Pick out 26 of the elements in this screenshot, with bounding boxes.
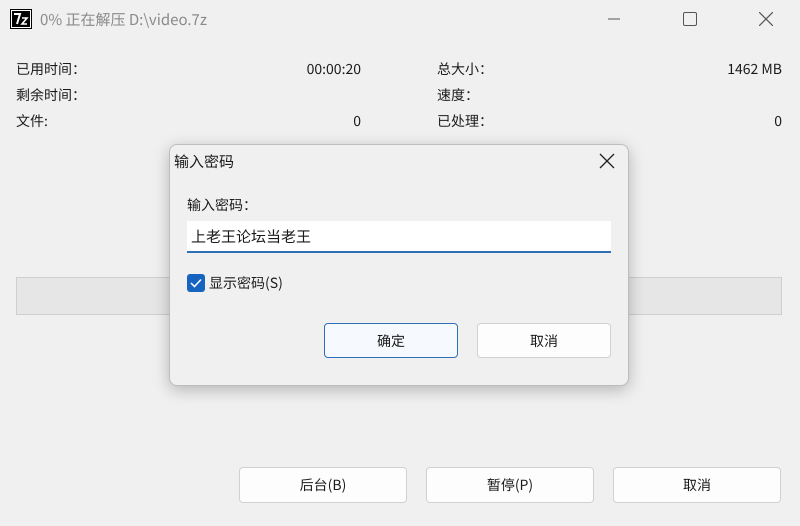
stat-value: 00:00:20 xyxy=(306,59,361,79)
maximize-icon xyxy=(683,12,697,26)
stat-label: 已处理： xyxy=(437,111,493,131)
show-password-checkbox[interactable] xyxy=(187,274,205,292)
action-button[interactable]: 取消 xyxy=(613,467,781,503)
password-field[interactable]: 上老王论坛当老王 xyxy=(187,221,611,253)
dialog-title: 输入密码 xyxy=(174,150,234,172)
stat-label: 速度： xyxy=(437,85,479,105)
stat-value: 0 xyxy=(774,111,782,131)
dialog-button[interactable]: 确定 xyxy=(324,323,458,358)
stat-value: 1462 MB xyxy=(727,59,782,79)
close-icon xyxy=(759,12,773,26)
stat-label: 总大小： xyxy=(437,59,493,79)
action-button[interactable]: 暂停(P) xyxy=(426,467,594,503)
stat-value: 0 xyxy=(353,111,361,131)
close-icon xyxy=(599,153,615,169)
stat-label: 已用时间： xyxy=(16,59,86,79)
check-icon xyxy=(190,278,202,288)
window-title: 0% 正在解压 D:\video.7z xyxy=(40,8,208,30)
dialog-button[interactable]: 取消 xyxy=(477,323,611,358)
field-label: 输入密码： xyxy=(187,195,258,215)
stat-label: 剩余时间： xyxy=(16,85,86,105)
checkbox-label[interactable]: 显示密码(S) xyxy=(209,273,283,293)
app-icon xyxy=(10,9,32,29)
stat-label: 文件: xyxy=(16,111,48,131)
action-button[interactable]: 后台(B) xyxy=(239,467,407,503)
